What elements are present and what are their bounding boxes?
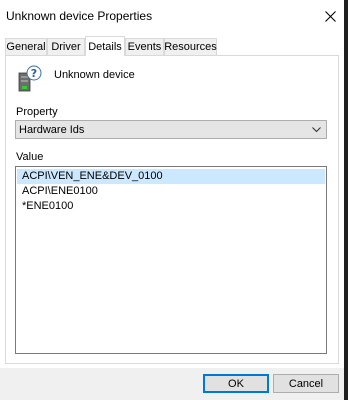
tab-driver[interactable]: Driver <box>47 38 85 55</box>
dialog-footer: OK Cancel <box>0 368 344 400</box>
tab-details[interactable]: Details <box>85 36 125 56</box>
value-listbox[interactable]: ACPI\VEN_ENE&DEV_0100 ACPI\ENE0100 *ENE0… <box>15 166 327 354</box>
list-item[interactable]: *ENE0100 <box>17 199 325 214</box>
chevron-down-icon <box>312 127 321 133</box>
window-title: Unknown device Properties <box>6 9 153 23</box>
property-dropdown[interactable]: Hardware Ids <box>15 120 327 139</box>
tab-resources[interactable]: Resources <box>164 38 217 55</box>
property-selected-value: Hardware Ids <box>19 124 85 136</box>
property-label: Property <box>16 106 58 118</box>
ok-button[interactable]: OK <box>203 374 269 393</box>
list-item[interactable]: ACPI\VEN_ENE&DEV_0100 <box>17 169 325 184</box>
cancel-button[interactable]: Cancel <box>273 374 339 393</box>
list-item[interactable]: ACPI\ENE0100 <box>17 184 325 199</box>
svg-text:?: ? <box>31 67 37 80</box>
unknown-device-icon: ? <box>18 65 42 92</box>
close-icon <box>324 10 336 22</box>
tab-strip: General Driver Details Events Resources <box>5 36 344 56</box>
close-button[interactable] <box>316 4 344 28</box>
tab-events[interactable]: Events <box>125 38 164 55</box>
window-edge <box>344 0 348 400</box>
title-bar[interactable]: Unknown device Properties <box>0 0 344 33</box>
tab-general[interactable]: General <box>5 38 47 55</box>
properties-dialog: Unknown device Properties General Driver… <box>0 0 348 400</box>
value-label: Value <box>16 151 44 163</box>
device-name: Unknown device <box>54 69 135 81</box>
